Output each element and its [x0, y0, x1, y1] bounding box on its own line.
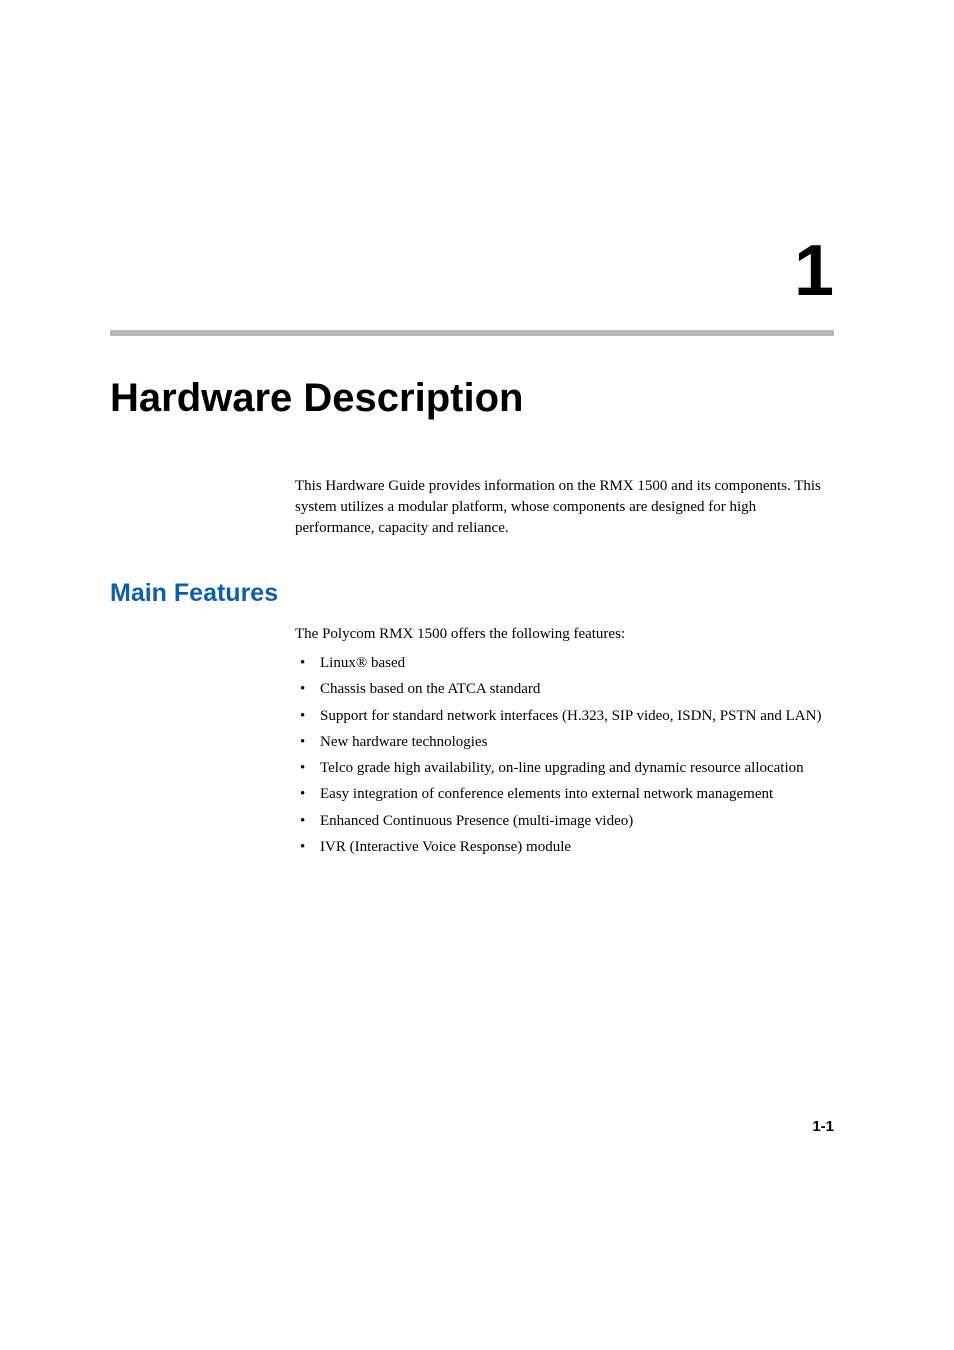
page-number: 1-1	[812, 1118, 834, 1135]
chapter-title: Hardware Description	[110, 376, 834, 421]
chapter-number: 1	[110, 230, 834, 312]
section-intro: The Polycom RMX 1500 offers the followin…	[295, 626, 834, 643]
chapter-divider	[110, 330, 834, 336]
list-item: New hardware technologies	[295, 732, 834, 752]
list-item: Enhanced Continuous Presence (multi-imag…	[295, 811, 834, 831]
list-item: Linux® based	[295, 653, 834, 673]
section-heading: Main Features	[110, 579, 834, 608]
list-item: Easy integration of conference elements …	[295, 784, 834, 804]
list-item: Telco grade high availability, on-line u…	[295, 758, 834, 778]
list-item: Chassis based on the ATCA standard	[295, 679, 834, 699]
list-item: IVR (Interactive Voice Response) module	[295, 837, 834, 857]
list-item: Support for standard network interfaces …	[295, 706, 834, 726]
intro-paragraph: This Hardware Guide provides information…	[295, 476, 834, 539]
feature-list: Linux® based Chassis based on the ATCA s…	[295, 653, 834, 857]
document-page: 1 Hardware Description This Hardware Gui…	[0, 0, 954, 1350]
